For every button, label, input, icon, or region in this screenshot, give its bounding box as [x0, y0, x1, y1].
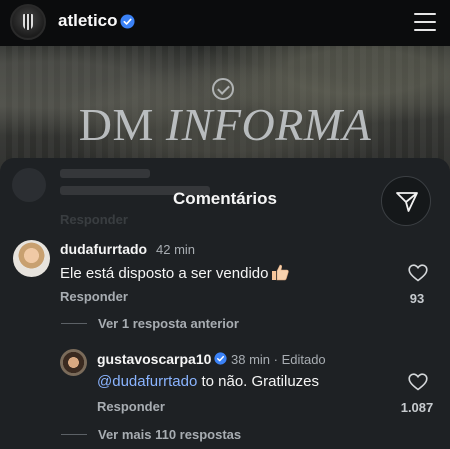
- avatar[interactable]: [60, 349, 87, 376]
- filter-send-icon: [396, 192, 418, 212]
- reply-button[interactable]: Responder: [97, 399, 165, 414]
- reply-button[interactable]: Responder: [60, 289, 128, 304]
- heart-icon[interactable]: [408, 264, 428, 282]
- comment-username[interactable]: dudafurrtado: [60, 241, 147, 257]
- thumbs-up-emoji: [272, 264, 290, 281]
- profile-username[interactable]: atletico: [58, 11, 118, 31]
- reply-time: 38 min · Editado: [231, 352, 326, 367]
- verified-badge-icon: [214, 352, 227, 365]
- mention-link[interactable]: @dudafurrtado: [97, 373, 197, 390]
- avatar[interactable]: [13, 240, 50, 277]
- like-count: 93: [409, 291, 425, 306]
- reply-text: @dudafurrtado to não. Gratiluzes: [97, 373, 320, 390]
- like-count: 1.087: [400, 400, 434, 415]
- filter-button[interactable]: [381, 176, 431, 226]
- comment-text: Ele está disposto a ser vendido: [60, 263, 290, 282]
- post-title-overlay: DM INFORMA: [78, 99, 372, 150]
- profile-avatar[interactable]: [10, 4, 46, 40]
- verified-badge-icon: [120, 14, 135, 29]
- comment-time: 42 min: [156, 242, 196, 257]
- post-image: DM INFORMA: [0, 46, 450, 176]
- check-circle-icon: [212, 78, 234, 100]
- heart-icon[interactable]: [408, 373, 428, 391]
- profile-header: atletico: [0, 0, 450, 46]
- reply-username[interactable]: gustavoscarpa10: [97, 351, 211, 367]
- hamburger-menu-icon[interactable]: [414, 13, 436, 31]
